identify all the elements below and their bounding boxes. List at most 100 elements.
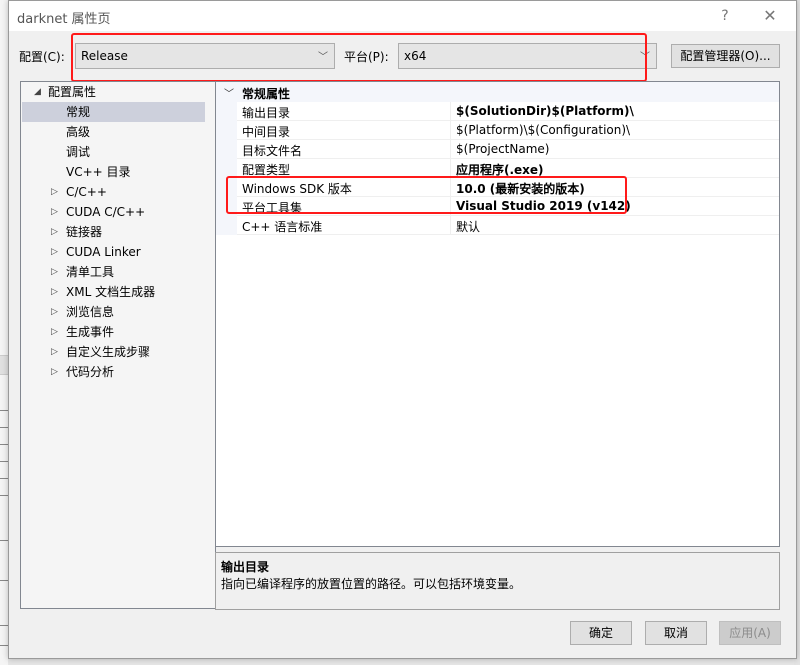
- background-text-line: [0, 540, 8, 541]
- collapsed-triangle-icon[interactable]: ▷: [51, 222, 58, 242]
- column-separator: [450, 121, 451, 140]
- property-row-output-directory[interactable]: 输出目录 $(SolutionDir)$(Platform)\: [216, 102, 779, 121]
- property-value[interactable]: $(Platform)\$(Configuration)\: [456, 123, 630, 137]
- property-row-cpp-language-standard[interactable]: C++ 语言标准 默认: [216, 216, 779, 235]
- collapsed-triangle-icon[interactable]: ▷: [51, 262, 58, 282]
- column-separator: [450, 140, 451, 159]
- property-value[interactable]: 默认: [456, 218, 480, 235]
- property-row-configuration-type[interactable]: 配置类型 应用程序(.exe): [216, 159, 779, 178]
- tree-item-label: CUDA Linker: [66, 245, 141, 259]
- configuration-manager-button[interactable]: 配置管理器(O)...: [671, 44, 780, 68]
- collapsed-triangle-icon[interactable]: ▷: [51, 282, 58, 302]
- tree-item-xml-doc-generator[interactable]: ▷ XML 文档生成器: [22, 282, 205, 302]
- tree-root-configuration-properties[interactable]: ◢ 配置属性: [22, 82, 205, 102]
- tree-item-label: 高级: [66, 125, 91, 139]
- property-row-windows-sdk-version[interactable]: Windows SDK 版本 10.0 (最新安装的版本): [216, 178, 779, 197]
- tree-item-general[interactable]: 常规: [22, 102, 205, 122]
- row-gutter: [216, 159, 237, 178]
- background-editor: [0, 0, 8, 665]
- chevron-down-icon: ﹀: [318, 52, 328, 63]
- property-name: C++ 语言标准: [242, 220, 323, 234]
- property-value[interactable]: $(SolutionDir)$(Platform)\: [456, 104, 634, 118]
- collapsed-triangle-icon[interactable]: ▷: [51, 342, 58, 362]
- description-text: 指向已编译程序的放置位置的路径。可以包括环境变量。: [221, 577, 522, 591]
- property-row-platform-toolset[interactable]: 平台工具集 Visual Studio 2019 (v142): [216, 197, 779, 216]
- tree-item-custom-build-step[interactable]: ▷ 自定义生成步骤: [22, 342, 205, 362]
- background-text-line: [0, 410, 8, 411]
- property-row-target-name[interactable]: 目标文件名 $(ProjectName): [216, 140, 779, 159]
- row-gutter: [216, 121, 237, 140]
- property-value[interactable]: 应用程序(.exe): [456, 161, 544, 178]
- background-text-line: [0, 645, 8, 646]
- tree-item-build-events[interactable]: ▷ 生成事件: [22, 322, 205, 342]
- background-text-line: [0, 580, 8, 581]
- column-separator: [450, 178, 451, 197]
- category-general-properties[interactable]: ﹀ 常规属性: [216, 82, 779, 102]
- property-name: 配置类型: [242, 163, 291, 177]
- tree-item-label: 自定义生成步骤: [66, 345, 151, 359]
- tree-item-label: 链接器: [66, 225, 103, 239]
- configuration-dropdown[interactable]: Release ﹀: [75, 43, 335, 69]
- tree-item-advanced[interactable]: 高级: [22, 122, 205, 142]
- row-gutter: [216, 178, 237, 197]
- description-title: 输出目录: [221, 560, 270, 574]
- chevron-down-icon: ﹀: [640, 52, 650, 63]
- tree-item-label: VC++ 目录: [66, 165, 131, 179]
- category-label: 常规属性: [242, 87, 291, 101]
- tree-item-label: 浏览信息: [66, 305, 115, 319]
- background-text-line: [0, 461, 8, 462]
- window-title: darknet 属性页: [17, 12, 111, 27]
- collapsed-triangle-icon[interactable]: ▷: [51, 362, 58, 382]
- configuration-value: Release: [81, 49, 128, 63]
- tree-item-debugging[interactable]: 调试: [22, 142, 205, 162]
- tree-item-label: 清单工具: [66, 265, 115, 279]
- tree-item-label: C/C++: [66, 185, 107, 199]
- collapsed-triangle-icon[interactable]: ▷: [51, 242, 58, 262]
- configuration-label: 配置(C):: [19, 50, 65, 64]
- property-name: 中间目录: [242, 125, 291, 139]
- configuration-toolbar: 配置(C): Release ﹀ 平台(P): x64 ﹀ 配置管理器(O)..…: [9, 43, 796, 69]
- property-name: 平台工具集: [242, 201, 303, 215]
- collapsed-triangle-icon[interactable]: ▷: [51, 322, 58, 342]
- tree-item-label: 常规: [66, 105, 91, 119]
- tree-item-vc-directories[interactable]: VC++ 目录: [22, 162, 205, 182]
- row-gutter: [216, 197, 237, 216]
- column-separator: [450, 197, 451, 216]
- ok-button[interactable]: 确定: [570, 621, 632, 645]
- tree-item-cuda-linker[interactable]: ▷ CUDA Linker: [22, 242, 205, 262]
- tree-item-cuda-c-cpp[interactable]: ▷ CUDA C/C++: [22, 202, 205, 222]
- tree-item-manifest-tool[interactable]: ▷ 清单工具: [22, 262, 205, 282]
- background-splitter: [0, 355, 8, 375]
- property-value[interactable]: $(ProjectName): [456, 142, 549, 156]
- expanded-triangle-icon[interactable]: ◢: [34, 82, 41, 102]
- property-name: Windows SDK 版本: [242, 182, 352, 196]
- property-pages-dialog: darknet 属性页 ? ✕ 配置(C): Release ﹀ 平台(P): …: [8, 0, 797, 659]
- cancel-button[interactable]: 取消: [645, 621, 707, 645]
- chevron-down-icon[interactable]: ﹀: [224, 85, 234, 100]
- help-icon[interactable]: ?: [713, 5, 737, 27]
- platform-dropdown[interactable]: x64 ﹀: [398, 43, 657, 69]
- tree-item-label: XML 文档生成器: [66, 285, 156, 299]
- collapsed-triangle-icon[interactable]: ▷: [51, 302, 58, 322]
- property-row-intermediate-directory[interactable]: 中间目录 $(Platform)\$(Configuration)\: [216, 121, 779, 140]
- column-separator: [450, 102, 451, 121]
- tree-item-label: CUDA C/C++: [66, 205, 146, 219]
- column-separator: [450, 216, 451, 235]
- close-icon[interactable]: ✕: [758, 5, 782, 27]
- tree-item-code-analysis[interactable]: ▷ 代码分析: [22, 362, 205, 382]
- description-panel: 输出目录 指向已编译程序的放置位置的路径。可以包括环境变量。: [215, 552, 780, 610]
- property-name: 输出目录: [242, 106, 291, 120]
- collapsed-triangle-icon[interactable]: ▷: [51, 182, 58, 202]
- property-value[interactable]: Visual Studio 2019 (v142): [456, 199, 631, 213]
- title-bar: darknet 属性页 ? ✕: [9, 1, 796, 31]
- collapsed-triangle-icon[interactable]: ▷: [51, 202, 58, 222]
- tree-item-linker[interactable]: ▷ 链接器: [22, 222, 205, 242]
- row-gutter: [216, 140, 237, 159]
- background-text-line: [0, 478, 8, 479]
- tree-item-browse-information[interactable]: ▷ 浏览信息: [22, 302, 205, 322]
- tree-item-label: 代码分析: [66, 365, 115, 379]
- apply-button[interactable]: 应用(A): [719, 621, 781, 645]
- platform-value: x64: [404, 49, 427, 63]
- tree-item-c-cpp[interactable]: ▷ C/C++: [22, 182, 205, 202]
- property-value[interactable]: 10.0 (最新安装的版本): [456, 180, 585, 197]
